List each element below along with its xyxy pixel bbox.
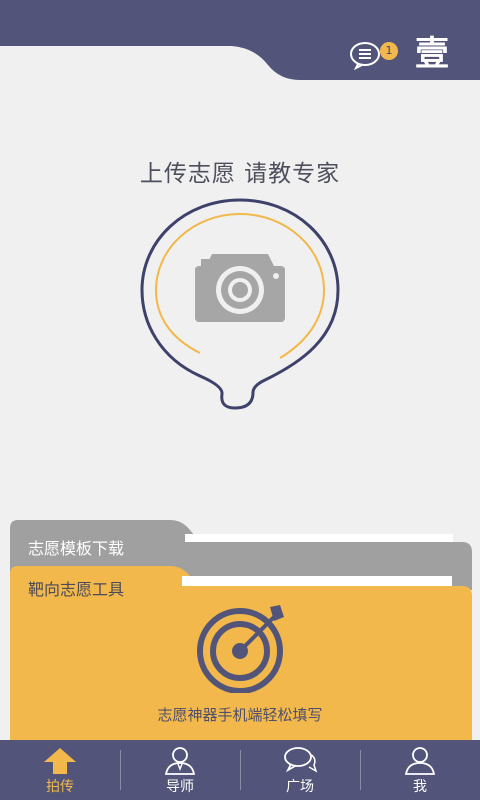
- nav-label-mentor: 导师: [166, 779, 194, 795]
- upload-arrow-icon: [44, 748, 76, 774]
- upload-photo-button[interactable]: [140, 198, 340, 410]
- app-logo: 壹: [415, 34, 449, 74]
- nav-label-square: 广场: [286, 779, 314, 795]
- nav-item-mentor[interactable]: 导师: [120, 740, 240, 800]
- page-headline: 上传志愿 请教专家: [139, 161, 341, 187]
- nav-item-me[interactable]: 我: [360, 740, 480, 800]
- target-tool-label: 靶向志愿工具: [28, 580, 125, 599]
- template-download-label: 志愿模板下载: [28, 539, 125, 558]
- message-list-icon: [350, 42, 380, 71]
- nav-label-upload: 拍传: [46, 779, 74, 795]
- nav-item-upload[interactable]: 拍传: [0, 740, 120, 800]
- nav-item-square[interactable]: 广场: [240, 740, 360, 800]
- camera-icon: [195, 254, 285, 322]
- user-icon: [404, 747, 436, 775]
- nav-label-me: 我: [413, 779, 427, 795]
- header-bar: [0, 0, 480, 80]
- chat-icon: [284, 747, 318, 773]
- target-tool-caption: 志愿神器手机端轻松填写: [157, 706, 323, 724]
- target-icon: [197, 605, 284, 693]
- unread-badge: 1: [380, 42, 398, 60]
- person-icon: [164, 747, 196, 775]
